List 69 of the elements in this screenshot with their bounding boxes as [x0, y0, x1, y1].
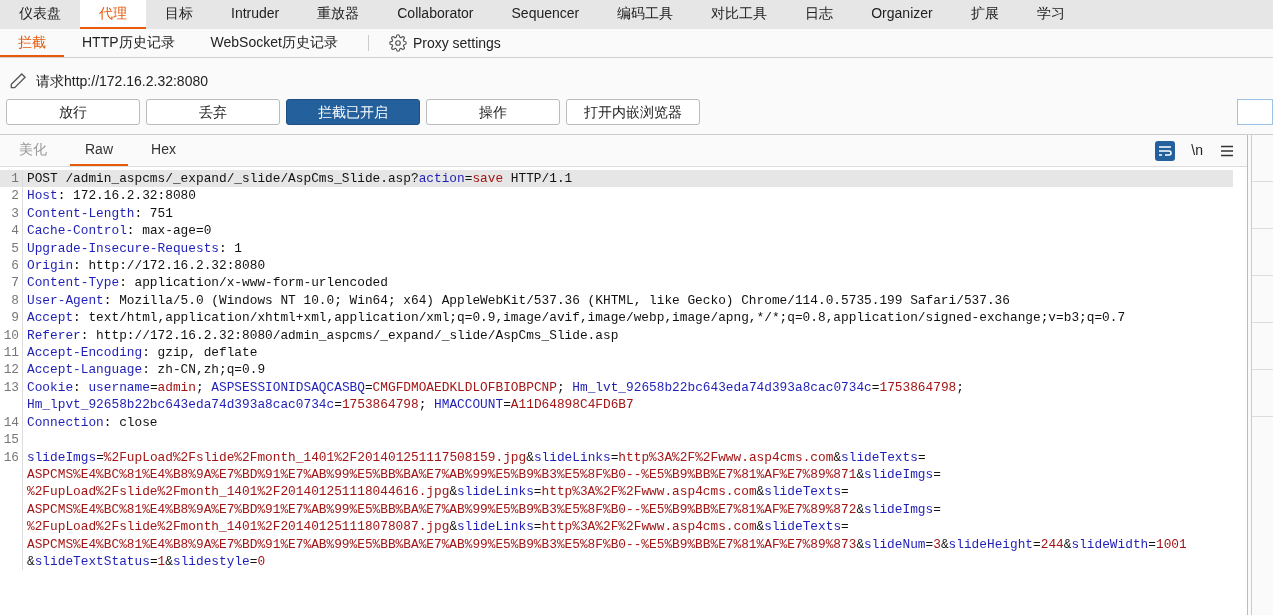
line-number: 1 [10, 170, 19, 188]
main-tab[interactable]: Intruder [212, 0, 299, 29]
code-line: Host: 172.16.2.32:8080 [27, 187, 197, 205]
line-number: 16 [2, 448, 19, 467]
main-tab[interactable]: 学习 [1017, 0, 1084, 29]
action-button[interactable]: 操作 [426, 99, 560, 125]
line-number: 3 [10, 204, 19, 223]
line-number: 6 [10, 257, 19, 275]
line-number: 4 [10, 222, 19, 240]
code-line: %2FupLoad%2Fslide%2Fmonth_1401%2F201401251118044616.jpg&slideLinks=http%3A%2F%2Fwww.asp4cms.com&slideTexts= [27, 483, 850, 501]
sub-tab[interactable]: HTTP历史记录 [64, 29, 193, 57]
main-tab[interactable]: 对比工具 [692, 0, 787, 29]
action-button[interactable]: 丢弃 [146, 99, 280, 125]
main-tab[interactable]: Collaborator [378, 0, 493, 29]
line-number: 12 [2, 361, 19, 379]
pencil-icon [8, 71, 28, 91]
main-tab[interactable]: Organizer [852, 0, 952, 29]
code-line: %2FupLoad%2Fslide%2Fmonth_1401%2F201401251118078087.jpg&slideLinks=http%3A%2F%2Fwww.asp4cms.com&slideTexts= [27, 518, 850, 536]
line-number: 5 [10, 239, 19, 258]
proxy-settings-link[interactable]: Proxy settings [380, 32, 509, 54]
editor-tab[interactable]: Hex [136, 135, 191, 166]
line-number: 14 [2, 413, 19, 432]
code-line: ASPCMS%E4%BC%81%E4%B8%9A%E7%BD%91%E7%AB%99%E5%BB%BA%E7%AB%99%E5%B9%B3%E5%8F%B0--%E5%B9%BB%E7%81%AF%E7%89%873&slideNum=3&slideHeight=244&slideWidth=1001 [27, 535, 1188, 553]
menu-icon[interactable] [1221, 144, 1233, 157]
line-number: 9 [10, 309, 19, 327]
line-number: 10 [2, 326, 19, 345]
line-number: 15 [2, 431, 19, 449]
code-line: Accept-Encoding: gzip, deflate [27, 344, 259, 362]
action-button[interactable]: 放行 [6, 99, 140, 125]
code-line: Accept-Language: zh-CN,zh;q=0.9 [27, 361, 267, 379]
line-number: 2 [10, 187, 19, 205]
code-line: ASPCMS%E4%BC%81%E4%B8%9A%E7%BD%91%E7%AB%99%E5%BB%BA%E7%AB%99%E5%B9%B3%E5%8F%B0--%E5%B9%BB%E7%81%AF%E7%89%872&slideImgs= [27, 500, 942, 519]
newline-toggle[interactable]: \n [1191, 140, 1203, 161]
main-tab[interactable]: 仪表盘 [0, 0, 80, 29]
code-line: Referer: http://172.16.2.32:8080/admin_aspcms/_expand/_slide/AspCms_Slide.asp [27, 326, 620, 345]
search-field[interactable] [1237, 99, 1273, 125]
main-tab[interactable]: 编码工具 [598, 0, 693, 29]
action-button[interactable]: 拦截已开启 [286, 99, 420, 125]
code-line: Cookie: username=admin; ASPSESSIONIDSAQCASBQ=CMGFDMOAEDKLDLOFBIOBPCNP; Hm_lvt_92658b22bc643eda74d393a8cac0734c=1753864798; [27, 378, 965, 397]
sub-tab[interactable]: 拦截 [0, 29, 64, 57]
editor-tab[interactable]: Raw [70, 135, 128, 166]
line-number: 7 [10, 274, 19, 292]
code-line: User-Agent: Mozilla/5.0 (Windows NT 10.0; Win64; x64) AppleWebKit/537.36 (KHTML, like Gecko) Chrome/114.0.5735.199 Safari/537.36 [27, 291, 1011, 310]
code-line: POST /admin_aspcms/_expand/_slide/AspCms_Slide.asp?action=save HTTP/1.1 [27, 170, 574, 188]
main-tab[interactable]: 扩展 [951, 0, 1018, 29]
code-line: Connection: close [27, 413, 159, 432]
settings-icon [388, 34, 407, 52]
sub-tab[interactable]: WebSocket历史记录 [192, 29, 356, 57]
code-line: ASPCMS%E4%BC%81%E4%B8%9A%E7%BD%91%E7%AB%99%E5%BB%BA%E7%AB%99%E5%B9%B3%E5%8F%B0--%E5%B9%BB%E7%81%AF%E7%89%871&slideImgs= [27, 465, 942, 484]
code-line: &slideTextStatus=1&slidestyle=0 [27, 552, 267, 571]
main-tab[interactable]: 重放器 [298, 0, 379, 29]
code-line: slideImgs=%2FupLoad%2Fslide%2Fmonth_1401%2F201401251117508159.jpg&slideLinks=http%3A%2F%2Fwww.asp4cms.com&slideTexts= [27, 448, 927, 466]
code-line: Upgrade-Insecure-Requests: 1 [27, 239, 244, 258]
wrap-lines-icon[interactable] [1155, 140, 1176, 161]
main-tab[interactable]: 日志 [786, 0, 853, 29]
code-line: Content-Type: application/x-www-form-urlencoded [27, 274, 389, 292]
line-number: 8 [10, 291, 19, 310]
code-line: Origin: http://172.16.2.32:8080 [27, 257, 267, 275]
action-button[interactable]: 打开内嵌浏览器 [566, 99, 700, 125]
main-tab[interactable]: 目标 [146, 0, 212, 29]
main-tab[interactable]: Sequencer [492, 0, 599, 29]
line-number: 13 [2, 378, 19, 397]
main-tab[interactable]: 代理 [80, 0, 146, 29]
code-line: Content-Length: 751 [27, 204, 174, 223]
code-line: Cache-Control: max-age=0 [27, 222, 213, 240]
code-line: Accept: text/html,application/xhtml+xml,application/xml;q=0.9,image/avif,image/webp,image/apng,*/*;q=0.8,application/signed-exchange;v=b3;q=0.7 [27, 309, 1127, 327]
request-target: 请求http://172.16.2.32:8080 [36, 71, 208, 91]
code-line: Hm_lpvt_92658b22bc643eda74d393a8cac0734c=1753864798; HMACCOUNT=A11D64898C4FD6B7 [27, 396, 635, 414]
line-number: 11 [2, 344, 19, 362]
